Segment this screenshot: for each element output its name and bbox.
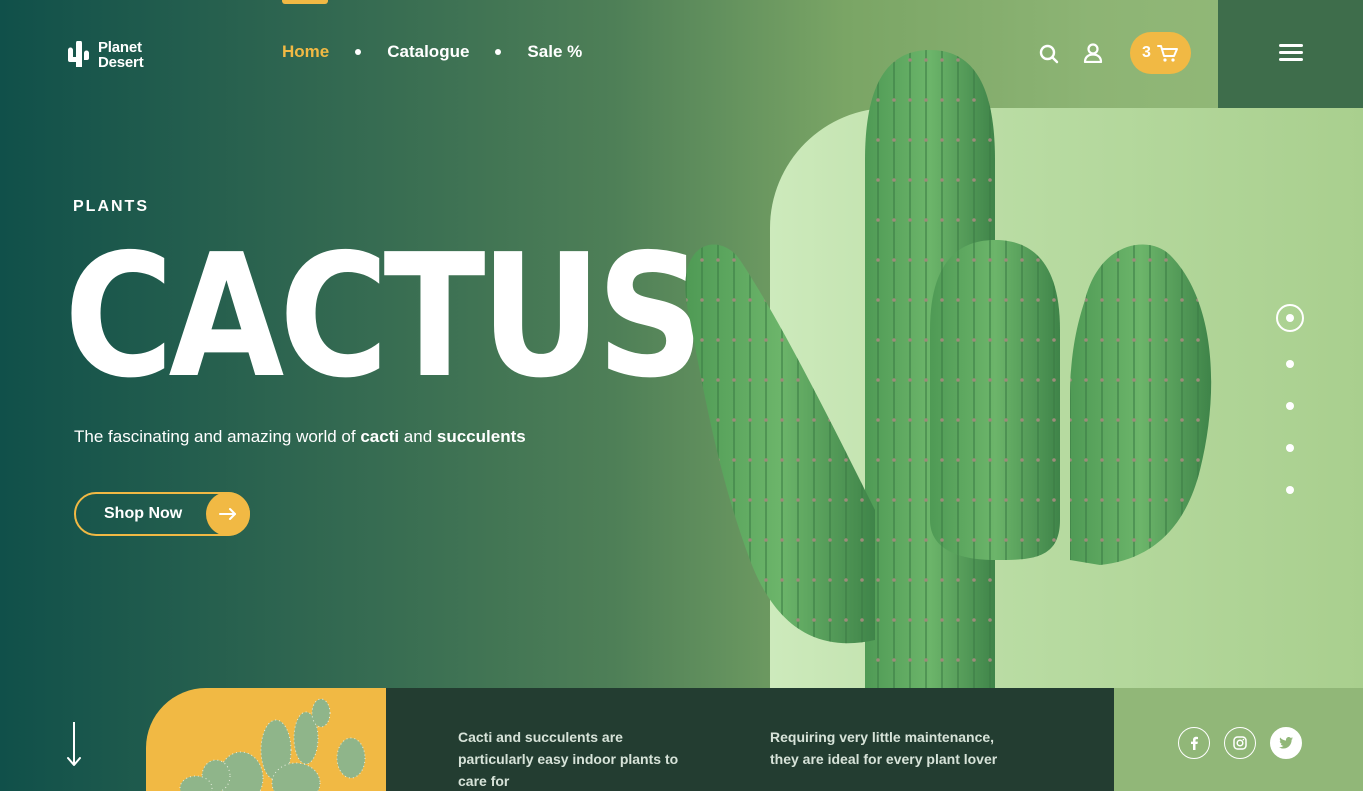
arrow-right-icon <box>219 508 236 520</box>
cactus-icon <box>68 41 89 67</box>
shop-arrow-circle <box>206 492 250 536</box>
info-text-maintenance: Requiring very little maintenance, they … <box>770 729 998 767</box>
main-nav: Home Catalogue Sale % <box>282 42 582 62</box>
brand-line-2: Desert <box>98 54 144 71</box>
arrow-down-icon[interactable] <box>66 722 82 768</box>
info-text-care: Cacti and succulents are particularly ea… <box>458 729 679 789</box>
nav-separator <box>495 49 502 55</box>
twitter-glyph <box>1279 737 1293 749</box>
tagline-bold-cacti: cacti <box>360 427 400 446</box>
tagline-bold-succulents: succulents <box>436 427 526 446</box>
hero-eyebrow: PLANTS <box>73 198 149 215</box>
slider-dot-2[interactable] <box>1286 360 1294 368</box>
facebook-icon[interactable] <box>1178 727 1210 759</box>
slider-dot-4[interactable] <box>1286 444 1294 452</box>
twitter-icon[interactable] <box>1270 727 1302 759</box>
slider-dot-5[interactable] <box>1286 486 1294 494</box>
instagram-icon[interactable] <box>1224 727 1256 759</box>
succulent-image <box>179 698 366 791</box>
hamburger-icon[interactable] <box>1279 44 1303 62</box>
brand-name: Planet Desert <box>98 40 144 70</box>
footer-bar: Cacti and succulents are particularly ea… <box>0 688 1363 791</box>
nav-sale[interactable]: Sale % <box>527 42 582 62</box>
info-band: Cacti and succulents are particularly ea… <box>386 688 1114 791</box>
menu-bar <box>1279 58 1303 61</box>
brand-line-1: Planet <box>98 39 142 56</box>
instagram-glyph <box>1233 736 1247 750</box>
shop-now-button[interactable]: Shop Now <box>74 492 250 536</box>
social-links <box>1114 688 1363 791</box>
nav-separator <box>355 49 362 55</box>
nav-active-indicator <box>282 0 328 4</box>
product-thumbnail[interactable] <box>146 688 386 791</box>
tagline-prefix: The fascinating and amazing world of <box>74 427 361 446</box>
menu-bar <box>1279 51 1303 54</box>
menu-bar <box>1279 44 1303 47</box>
shop-now-label: Shop Now <box>104 505 183 522</box>
hero-tagline: The fascinating and amazing world of cac… <box>74 427 526 447</box>
cactus-image <box>685 50 1212 690</box>
landing-page: Planet Desert Home Catalogue Sale % 3 PL… <box>0 0 1363 791</box>
hero-headline: CACTUS <box>64 218 704 416</box>
nav-home[interactable]: Home <box>282 42 329 62</box>
tagline-mid: and <box>399 427 437 446</box>
slider-dot-1[interactable] <box>1276 304 1304 332</box>
facebook-glyph <box>1191 736 1198 750</box>
slider-pagination <box>1276 304 1304 528</box>
slider-dot-3[interactable] <box>1286 402 1294 410</box>
nav-catalogue[interactable]: Catalogue <box>387 42 469 62</box>
brand-logo[interactable]: Planet Desert <box>66 40 144 70</box>
